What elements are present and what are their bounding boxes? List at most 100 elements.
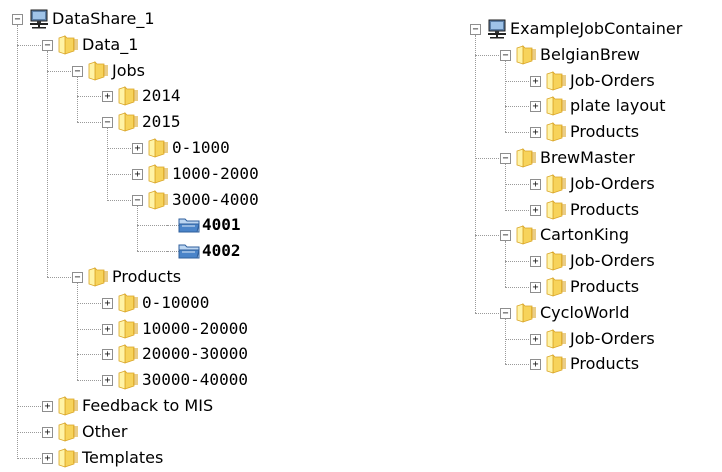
expand-toggle-other[interactable]: + [42,426,53,438]
collapse-toggle-cycloworld[interactable]: − [500,307,511,319]
tree-node-3000-4000[interactable]: 3000-4000 [172,190,259,210]
expand-toggle-products[interactable]: + [530,204,541,216]
expand-toggle-0-1000[interactable]: + [132,142,143,154]
expand-toggle-plate-layout[interactable]: + [530,101,541,113]
network-drive-icon [28,9,50,29]
tree-connector-line [77,282,78,381]
expand-toggle-job-orders[interactable]: + [530,256,541,268]
folder-icon [118,370,140,390]
job-folder-icon [178,215,200,235]
tree-node-brewmaster[interactable]: BrewMaster [540,148,635,168]
collapse-toggle-brewmaster[interactable]: − [500,152,511,164]
tree-node-0-10000[interactable]: 0-10000 [142,293,209,313]
folder-icon [58,395,80,416]
tree-node-jobs[interactable]: Jobs [112,61,145,81]
network-drive-icon [486,19,508,39]
tree-node-other[interactable]: Other [82,422,127,442]
expand-toggle-job-orders[interactable]: + [530,75,541,87]
tree-node-products[interactable]: Products [570,277,639,297]
expand-toggle-10000-20000[interactable]: + [102,323,113,335]
collapse-toggle-data-1[interactable]: − [42,39,53,51]
tree-node-products[interactable]: Products [570,122,639,142]
tree-node-20000-30000[interactable]: 20000-30000 [142,344,248,364]
folder-icon [118,112,140,132]
collapse-toggle-belgianbrew[interactable]: − [500,49,511,61]
folder-icon [516,44,538,65]
folder-icon [546,199,568,220]
expand-toggle-20000-30000[interactable]: + [102,349,113,361]
collapse-toggle-2015[interactable]: − [102,117,113,129]
tree-node-job-orders[interactable]: Job-Orders [570,329,655,349]
folder-tree-view: − DataShare_1 − Data_1 − Jobs + 2014 − 2015 + [0,0,722,471]
tree-connector-line [505,318,506,365]
folder-icon [546,70,568,91]
folder-icon [118,292,140,313]
folder-icon [516,302,538,323]
expand-toggle-job-orders[interactable]: + [530,178,541,190]
tree-node-2014[interactable]: 2014 [142,86,181,106]
collapse-toggle-products[interactable]: − [72,271,83,283]
folder-icon [118,318,140,339]
expand-toggle-2014[interactable]: + [102,91,113,103]
folder-icon [148,137,170,158]
folder-icon [546,251,568,271]
tree-node-2015[interactable]: 2015 [142,112,181,132]
collapse-toggle-3000-4000[interactable]: − [132,194,143,206]
tree-node-10000-20000[interactable]: 10000-20000 [142,319,248,339]
tree-node-job-orders[interactable]: Job-Orders [570,251,655,271]
tree-node-job-orders[interactable]: Job-Orders [570,174,655,194]
folder-icon [546,122,568,142]
collapse-toggle-datashare-1[interactable]: − [12,13,23,25]
tree-node-belgianbrew[interactable]: BelgianBrew [540,45,640,65]
tree-node-cycloworld[interactable]: CycloWorld [540,303,630,323]
tree-node-products[interactable]: Products [570,200,639,220]
tree-node-feedback-to-mis[interactable]: Feedback to MIS [82,396,213,416]
tree-connector-line [47,50,48,277]
tree-connector-line [505,60,506,133]
expand-toggle-products[interactable]: + [530,359,541,371]
tree-connector-line [505,241,506,287]
tree-node-cartonking[interactable]: CartonKing [540,225,629,245]
collapse-toggle-examplejobcontainer[interactable]: − [470,23,481,35]
collapse-toggle-cartonking[interactable]: − [500,230,511,242]
tree-node-datashare-1[interactable]: DataShare_1 [52,9,155,29]
tree-connector-line [137,225,167,227]
collapse-toggle-jobs[interactable]: − [72,65,83,77]
tree-node-data-1[interactable]: Data_1 [82,35,138,55]
expand-toggle-0-10000[interactable]: + [102,297,113,309]
folder-icon [88,266,110,287]
folder-icon [546,354,568,374]
tree-connector-line [505,163,506,210]
folder-icon [58,34,80,55]
tree-node-4001[interactable]: 4001 [202,215,241,235]
tree-node-job-orders[interactable]: Job-Orders [570,71,655,91]
folder-icon [516,225,538,245]
expand-toggle-products[interactable]: + [530,281,541,293]
tree-connector-line [77,76,78,123]
tree-node-30000-40000[interactable]: 30000-40000 [142,370,248,390]
expand-toggle-feedback-to-mis[interactable]: + [42,400,53,412]
folder-icon [118,86,140,106]
tree-connector-line [17,24,18,458]
tree-node-products[interactable]: Products [112,267,181,287]
tree-connector-line [137,251,167,253]
folder-icon [118,344,140,364]
tree-node-examplejobcontainer[interactable]: ExampleJobContainer [510,19,682,39]
expand-toggle-1000-2000[interactable]: + [132,168,143,180]
expand-toggle-30000-40000[interactable]: + [102,375,113,387]
folder-icon [58,447,80,468]
tree-node-0-1000[interactable]: 0-1000 [172,138,230,158]
tree-node-4002[interactable]: 4002 [202,241,241,261]
expand-toggle-products[interactable]: + [530,127,541,139]
tree-connector-line [107,128,108,200]
tree-node-templates[interactable]: Templates [82,448,163,468]
folder-icon [58,421,80,442]
tree-node-products[interactable]: Products [570,354,639,374]
expand-toggle-job-orders[interactable]: + [530,333,541,345]
expand-toggle-templates[interactable]: + [42,452,53,464]
folder-icon [148,189,170,210]
tree-node-plate-layout[interactable]: plate layout [570,96,666,116]
folder-icon [546,173,568,194]
tree-connector-line [475,34,476,313]
tree-node-1000-2000[interactable]: 1000-2000 [172,164,259,184]
